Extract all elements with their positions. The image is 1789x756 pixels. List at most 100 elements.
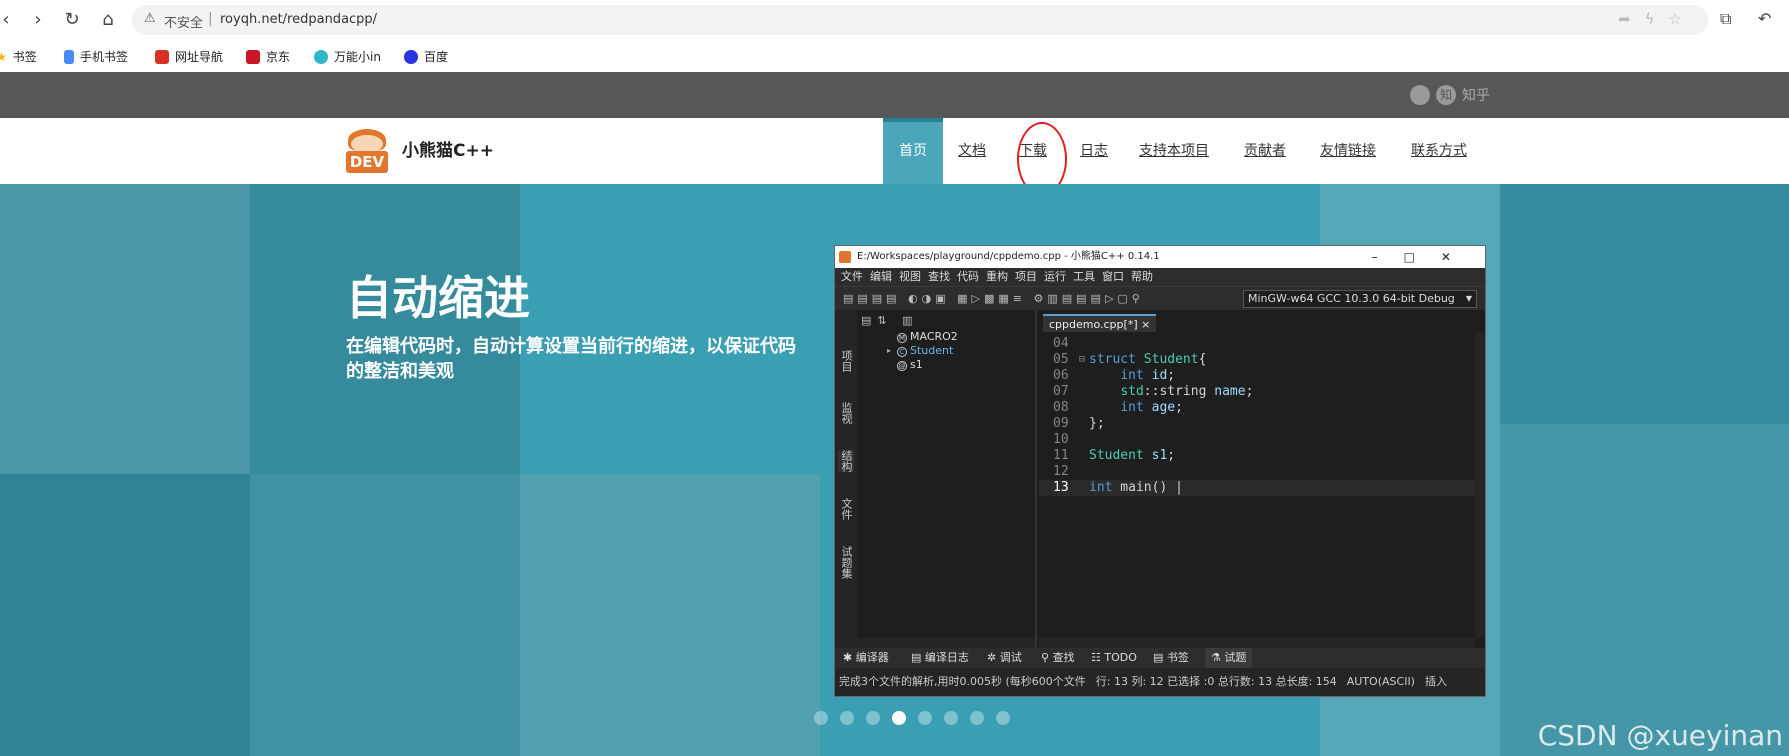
tree-item[interactable]: M MACRO2 [897,330,958,343]
carousel-dot[interactable] [944,711,958,725]
tab-problem-set[interactable]: 试题集 [838,546,854,579]
logo[interactable]: DEV [346,129,388,173]
ide-menubar: 文件 编辑 视图 查找 代码 重构 项目 运行 工具 窗口 帮助 [835,268,1485,286]
window-controls[interactable]: –□✕ [1372,246,1477,268]
compiler-select[interactable]: MinGW-w64 GCC 10.3.0 64-bit Debug ▼ [1243,290,1477,308]
menu-view[interactable]: 视图 [899,270,921,283]
tab-debug[interactable]: ✲ 调试 [987,648,1022,668]
horizontal-scrollbar[interactable] [1039,638,1475,648]
vertical-scrollbar[interactable] [1475,332,1485,638]
code-line[interactable]: 13 int main() | [1039,480,1485,496]
fold-icon[interactable]: ⊟ [1079,352,1085,368]
tree-item[interactable]: @ s1 [897,358,923,371]
menu-tools[interactable]: 工具 [1073,270,1095,283]
reload-icon[interactable]: ↻ [60,8,84,32]
code-line[interactable]: 07 std::string name; [1039,384,1485,400]
tab-watch[interactable]: 监视 [838,402,854,424]
tab-files[interactable]: 文件 [838,498,854,520]
menu-help[interactable]: 帮助 [1131,270,1153,283]
menu-run[interactable]: 运行 [1044,270,1066,283]
menu-edit[interactable]: 编辑 [870,270,892,283]
code-area[interactable]: 04 05 ⊟ struct Student{06 int id; 07 std::st… [1039,336,1485,496]
nav-contributors[interactable]: 贡献者 [1244,118,1286,184]
code-line[interactable]: 10 [1039,432,1485,448]
tab-problem[interactable]: ⚗ 试题 [1205,648,1253,668]
extensions-icon[interactable]: ⧉ [1720,9,1731,29]
menu-project[interactable]: 项目 [1015,270,1037,283]
editor-tab[interactable]: cppdemo.cpp[*] × [1043,314,1157,332]
site-top-strip: 知 知乎 [0,72,1789,118]
nav-home[interactable]: 首页 [883,118,943,184]
code-line[interactable]: 12 [1039,464,1485,480]
tab-bookmarks[interactable]: ▤ 书签 [1153,648,1189,668]
menu-search[interactable]: 查找 [928,270,950,283]
tab-todo[interactable]: ☷ TODO [1091,648,1137,668]
variable-icon: @ [897,361,907,371]
chevron-down-icon: ▼ [1465,294,1472,303]
tab-project[interactable]: 项目 [838,350,854,372]
tree-item[interactable]: C Student [897,344,953,357]
nav-support[interactable]: 支持本项目 [1139,118,1209,184]
line-number: 13 [1053,480,1069,495]
line-number: 12 [1053,464,1069,479]
bookmark-item[interactable]: 万能小in [314,48,381,65]
carousel-dot[interactable] [840,711,854,725]
menu-refactor[interactable]: 重构 [986,270,1008,283]
bookmark-item[interactable]: 百度 [404,48,448,65]
nav-changelog[interactable]: 日志 [1080,118,1108,184]
back-icon[interactable]: ‹ [0,8,18,32]
nav-docs[interactable]: 文档 [958,118,986,184]
bookmark-item[interactable]: 京东 [246,48,290,65]
address-bar[interactable]: ⚠ 不安全 | royqh.net/redpandacpp/ ➦ϟ☆ [132,5,1708,35]
carousel-dot[interactable] [970,711,984,725]
bookmark-item[interactable]: 网址导航 [155,48,223,65]
code-line[interactable]: 04 [1039,336,1485,352]
carousel-dot[interactable] [814,711,828,725]
code-editor[interactable]: cppdemo.cpp[*] × 04 05 ⊟ struct Student{06 … [1039,310,1485,648]
code-text: }; [1089,416,1105,431]
menu-file[interactable]: 文件 [841,270,863,283]
carousel-dot[interactable] [866,711,880,725]
carousel-dot[interactable] [996,711,1010,725]
menu-code[interactable]: 代码 [957,270,979,283]
horizontal-scrollbar[interactable] [857,638,1035,648]
code-line[interactable]: 09}; [1039,416,1485,432]
zhihu-link[interactable]: 知乎 [1462,85,1490,105]
github-icon[interactable] [1410,85,1430,105]
toolbar-icons[interactable]: ▤▤▤▤ ◐◑▣ ▦▷▩▦≡ ⚙▥▤▤▤▷▢⚲ [843,292,1144,305]
carousel-dot[interactable] [918,711,932,725]
macro-icon: M [897,333,907,343]
code-line[interactable]: 11 Student s1; [1039,448,1485,464]
tree-toolbar-icons[interactable]: ▤⇅ ▥ [861,314,919,327]
nav-friend-links[interactable]: 友情链接 [1320,118,1376,184]
line-number: 04 [1053,336,1069,351]
code-line[interactable]: 05 ⊟ struct Student{ [1039,352,1485,368]
carousel-dot[interactable] [892,711,906,725]
url-text[interactable]: royqh.net/redpandacpp/ [220,12,377,27]
hero-title: 自动缩进 [346,271,530,325]
star-icon: ★ [0,49,7,64]
bookmark-item[interactable]: 手机书签 [64,48,128,65]
url-action-icons[interactable]: ➦ϟ☆ [1618,10,1696,28]
code-line[interactable]: 06 int id; [1039,368,1485,384]
site-brand[interactable]: 小熊猫C++ [402,136,494,161]
watermark: CSDN @xueyinan [1537,719,1783,752]
forward-icon[interactable]: › [26,8,50,32]
home-icon[interactable]: ⌂ [96,8,120,32]
code-text: std::string name; [1120,384,1254,399]
nav-contact[interactable]: 联系方式 [1411,118,1467,184]
code-line[interactable]: 08 int age; [1039,400,1485,416]
expand-icon[interactable]: ▸ [887,346,891,355]
jd-icon [246,49,260,64]
zhihu-icon[interactable]: 知 [1436,85,1456,105]
tab-find[interactable]: ⚲ 查找 [1041,648,1075,668]
background-tile [0,184,250,474]
app-icon [839,251,851,263]
undo-icon[interactable]: ↶ [1758,9,1771,28]
bookmark-item[interactable]: ★ 书签 [0,48,37,65]
tab-structure[interactable]: 结构 [838,450,854,472]
menu-window[interactable]: 窗口 [1102,270,1124,283]
tab-compile-log[interactable]: ▤ 编译日志 [911,648,969,668]
status-bar: 完成3个文件的解析,用时0.005秒 (每秒600个文件 行: 13 列: 12 … [835,668,1485,696]
tab-compiler[interactable]: ✱ 编译器 [843,648,889,668]
